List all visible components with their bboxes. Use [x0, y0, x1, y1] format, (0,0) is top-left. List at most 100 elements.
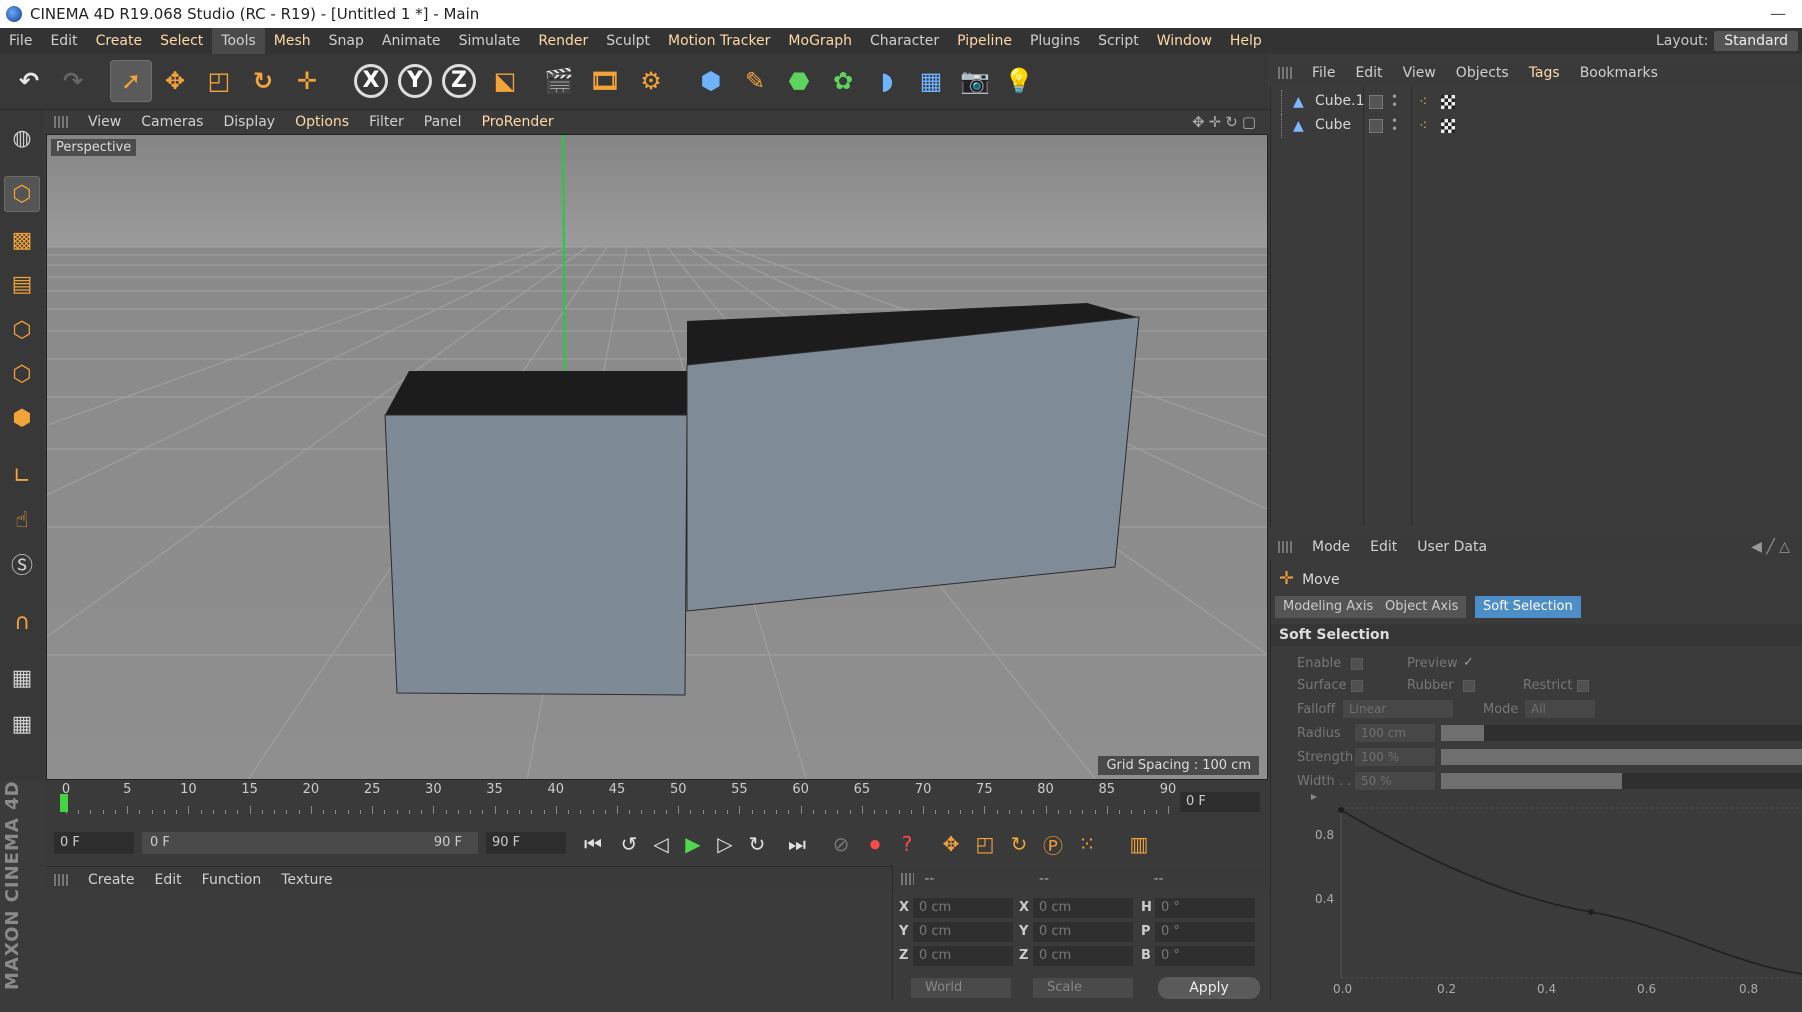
polygons-mode-icon[interactable]: ⬢: [4, 400, 40, 436]
texture-tag-icon[interactable]: [1441, 119, 1455, 133]
record-active-icon[interactable]: ⏺: [860, 830, 890, 858]
viewport-menu-prorender[interactable]: ProRender: [472, 114, 564, 130]
menu-snap[interactable]: Snap: [320, 28, 373, 54]
edges-mode-icon[interactable]: ⬡: [4, 356, 40, 392]
viewport-grip-icon[interactable]: [54, 116, 68, 128]
key-parameter-icon[interactable]: Ⓟ: [1038, 830, 1068, 858]
menu-animate[interactable]: Animate: [373, 28, 450, 54]
redo-icon[interactable]: ↷: [52, 60, 94, 102]
viewport-menu-display[interactable]: Display: [213, 114, 285, 130]
go-to-end-icon[interactable]: ⏭: [782, 830, 812, 858]
phong-tag-icon[interactable]: ⁖: [1419, 118, 1427, 134]
visibility-dots-icon[interactable]: • •: [1391, 115, 1398, 135]
om-menu-tags[interactable]: Tags: [1519, 65, 1570, 81]
menu-edit[interactable]: Edit: [41, 28, 86, 54]
rotate-tool-icon[interactable]: ↻: [242, 60, 284, 102]
y-axis-lock-icon[interactable]: Y: [394, 60, 436, 102]
menu-mograph[interactable]: MoGraph: [779, 28, 861, 54]
deformer-icon[interactable]: ◗: [866, 60, 908, 102]
restrict-checkbox[interactable]: [1577, 680, 1589, 692]
timeline-window-icon[interactable]: ▥: [1124, 830, 1154, 858]
previous-key-icon[interactable]: ↺: [614, 830, 644, 858]
coordinates-grip-icon[interactable]: [901, 873, 915, 885]
tweak-mode-icon[interactable]: ☝: [4, 502, 40, 538]
pos-y-field[interactable]: 0 cm: [913, 922, 1013, 942]
menu-window[interactable]: Window: [1148, 28, 1221, 54]
am-menu-user-data[interactable]: User Data: [1407, 539, 1497, 555]
menu-character[interactable]: Character: [861, 28, 948, 54]
am-menu-mode[interactable]: Mode: [1302, 539, 1360, 555]
viewport-navigation-icons[interactable]: ✥✛↻▢: [1192, 113, 1260, 131]
make-editable-icon[interactable]: ◍: [4, 120, 40, 156]
curve-point-mid[interactable]: [1588, 909, 1594, 915]
key-rotation-icon[interactable]: ↻: [1004, 830, 1034, 858]
pos-x-field[interactable]: 0 cm: [913, 898, 1013, 918]
falloff-curve-graph[interactable]: 0.8 0.4 0.0 0.2 0.4 0.6 0.8: [1311, 788, 1802, 1000]
om-menu-bookmarks[interactable]: Bookmarks: [1570, 65, 1668, 81]
object-list[interactable]: ▲ Cube.1 • • ⁖ ▲ Cube • • ⁖: [1270, 86, 1802, 528]
texture-tag-icon[interactable]: [1441, 95, 1455, 109]
key-pla-icon[interactable]: ⁙: [1072, 830, 1102, 858]
menu-motion-tracker[interactable]: Motion Tracker: [659, 28, 779, 54]
model-mode-icon[interactable]: ⬡: [4, 176, 40, 212]
viewport-menu-cameras[interactable]: Cameras: [131, 114, 213, 130]
layer-icon[interactable]: [1369, 95, 1383, 109]
workplane-lock-icon[interactable]: ▦: [4, 660, 40, 696]
menu-plugins[interactable]: Plugins: [1021, 28, 1089, 54]
autokey-icon[interactable]: ?: [892, 830, 922, 858]
strength-field[interactable]: 100 %: [1355, 748, 1435, 766]
menu-render[interactable]: Render: [529, 28, 597, 54]
cloner-icon[interactable]: ✿: [822, 60, 864, 102]
play-icon[interactable]: ▶: [678, 830, 708, 858]
render-settings-icon[interactable]: ⚙: [630, 60, 672, 102]
object-name[interactable]: Cube: [1315, 117, 1351, 133]
tab-modeling-axis[interactable]: Modeling Axis: [1275, 596, 1382, 618]
snap-magnet-icon[interactable]: ∩: [4, 604, 40, 640]
rot-h-field[interactable]: 0 °: [1155, 898, 1255, 918]
layer-icon[interactable]: [1369, 119, 1383, 133]
current-frame-field[interactable]: 0 F: [1180, 792, 1260, 812]
previous-frame-icon[interactable]: ◁: [646, 830, 676, 858]
timeline-ruler[interactable]: 0 5 10 15 20 25 30 35 40 45 50 55 60 65 70 75 80 85 90 0 F: [46, 780, 1268, 824]
coordinate-space-dropdown[interactable]: World: [911, 978, 1011, 998]
key-scale-icon[interactable]: ◰: [970, 830, 1000, 858]
material-grip-icon[interactable]: [54, 873, 68, 886]
current-frame-marker[interactable]: [60, 794, 68, 812]
move-tool-icon[interactable]: ✥: [154, 60, 196, 102]
enable-checkbox[interactable]: [1351, 658, 1363, 670]
record-keys-disabled-icon[interactable]: ⊘: [826, 830, 856, 858]
om-menu-edit[interactable]: Edit: [1345, 65, 1392, 81]
menu-mesh[interactable]: Mesh: [265, 28, 320, 54]
z-axis-lock-icon[interactable]: Z: [438, 60, 480, 102]
size-y-field[interactable]: 0 cm: [1033, 922, 1133, 942]
material-list-area[interactable]: [46, 892, 892, 1000]
menu-pipeline[interactable]: Pipeline: [948, 28, 1021, 54]
object-row-cube1[interactable]: ▲ Cube.1 • • ⁖: [1271, 90, 1802, 114]
render-picture-viewer-icon[interactable]: 🎞: [584, 60, 626, 102]
coordinate-system-icon[interactable]: ⬕: [484, 60, 526, 102]
viewport-menu-panel[interactable]: Panel: [414, 114, 472, 130]
om-menu-objects[interactable]: Objects: [1446, 65, 1519, 81]
am-menu-edit[interactable]: Edit: [1360, 539, 1407, 555]
coordinate-mode-dropdown[interactable]: Scale: [1033, 978, 1133, 998]
go-to-start-icon[interactable]: ⏮: [578, 830, 608, 858]
points-mode-icon[interactable]: ⬡: [4, 312, 40, 348]
attribute-manager-grip-icon[interactable]: [1278, 541, 1292, 553]
frame-range-slider[interactable]: 0 F 90 F: [142, 832, 478, 854]
recent-tools-icon[interactable]: ✛: [286, 60, 328, 102]
pos-z-field[interactable]: 0 cm: [913, 946, 1013, 966]
visibility-dots-icon[interactable]: • •: [1391, 91, 1398, 111]
viewport-menu-view[interactable]: View: [78, 114, 131, 130]
radius-field[interactable]: 100 cm: [1355, 724, 1435, 742]
scale-tool-icon[interactable]: ◰: [198, 60, 240, 102]
curve-point-start[interactable]: [1338, 807, 1344, 813]
falloff-dropdown[interactable]: Linear: [1343, 700, 1453, 718]
workplane-mode-icon[interactable]: ▤: [4, 266, 40, 302]
object-row-cube[interactable]: ▲ Cube • • ⁖: [1271, 114, 1802, 138]
material-menu-texture[interactable]: Texture: [271, 872, 342, 888]
camera-icon[interactable]: 📷: [954, 60, 996, 102]
material-menu-edit[interactable]: Edit: [145, 872, 192, 888]
size-z-field[interactable]: 0 cm: [1033, 946, 1133, 966]
material-menu-create[interactable]: Create: [78, 872, 145, 888]
menu-tools[interactable]: Tools: [212, 28, 265, 54]
